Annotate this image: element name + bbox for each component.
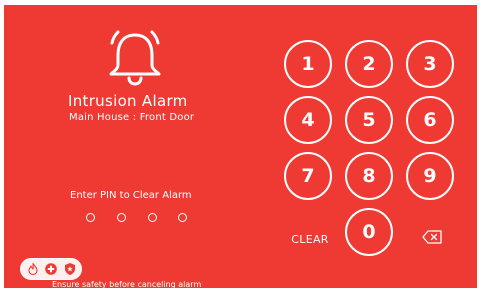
- pin-dot: [178, 213, 187, 222]
- clear-button[interactable]: CLEAR: [287, 231, 333, 247]
- key-4[interactable]: 4: [284, 96, 332, 144]
- key-0[interactable]: 0: [345, 208, 393, 256]
- backspace-icon[interactable]: [422, 230, 442, 244]
- pin-indicator: [86, 213, 196, 225]
- pin-prompt: Enter PIN to Clear Alarm: [70, 190, 192, 201]
- key-9[interactable]: 9: [406, 152, 454, 200]
- pin-dot: [148, 213, 157, 222]
- key-1[interactable]: 1: [284, 40, 332, 88]
- medical-icon[interactable]: [44, 262, 58, 276]
- alarm-location: Main House : Front Door: [69, 112, 195, 123]
- alarm-screen: Intrusion Alarm Main House : Front Door …: [4, 5, 477, 288]
- alarm-title: Intrusion Alarm: [68, 92, 188, 110]
- emergency-services-group: [20, 258, 82, 280]
- police-shield-icon[interactable]: [63, 262, 77, 276]
- key-7[interactable]: 7: [284, 152, 332, 200]
- key-6[interactable]: 6: [406, 96, 454, 144]
- bell-icon: [109, 30, 161, 86]
- safety-note: Ensure safety before canceling alarm: [52, 280, 202, 288]
- pin-dot: [117, 213, 126, 222]
- pin-dot: [86, 213, 95, 222]
- key-5[interactable]: 5: [345, 96, 393, 144]
- key-3[interactable]: 3: [406, 40, 454, 88]
- fire-icon[interactable]: [26, 262, 40, 276]
- key-2[interactable]: 2: [345, 40, 393, 88]
- key-8[interactable]: 8: [345, 152, 393, 200]
